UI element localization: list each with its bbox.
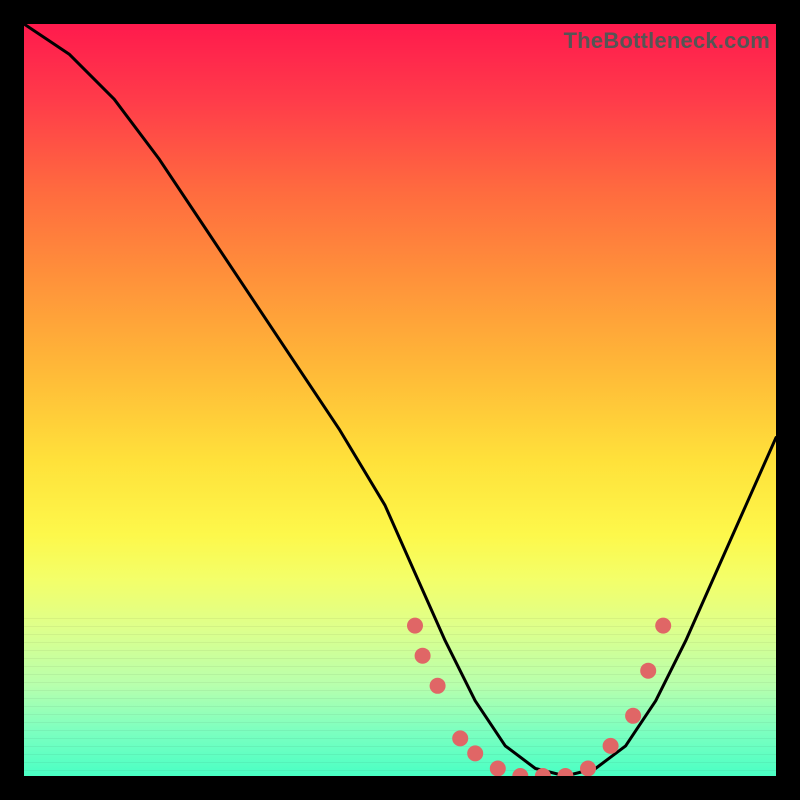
watermark-text: TheBottleneck.com — [564, 28, 770, 54]
data-point — [452, 730, 468, 746]
data-point — [407, 618, 423, 634]
data-point — [655, 618, 671, 634]
data-point — [580, 761, 596, 777]
plot-area: TheBottleneck.com — [24, 24, 776, 776]
data-point — [430, 678, 446, 694]
bottleneck-curve — [24, 24, 776, 776]
data-point — [490, 761, 506, 777]
data-point — [640, 663, 656, 679]
data-point — [467, 745, 483, 761]
chart-frame: TheBottleneck.com — [0, 0, 800, 800]
data-point — [512, 768, 528, 776]
data-point — [603, 738, 619, 754]
data-point — [415, 648, 431, 664]
curve-line — [24, 24, 776, 776]
data-point — [557, 768, 573, 776]
data-point — [625, 708, 641, 724]
